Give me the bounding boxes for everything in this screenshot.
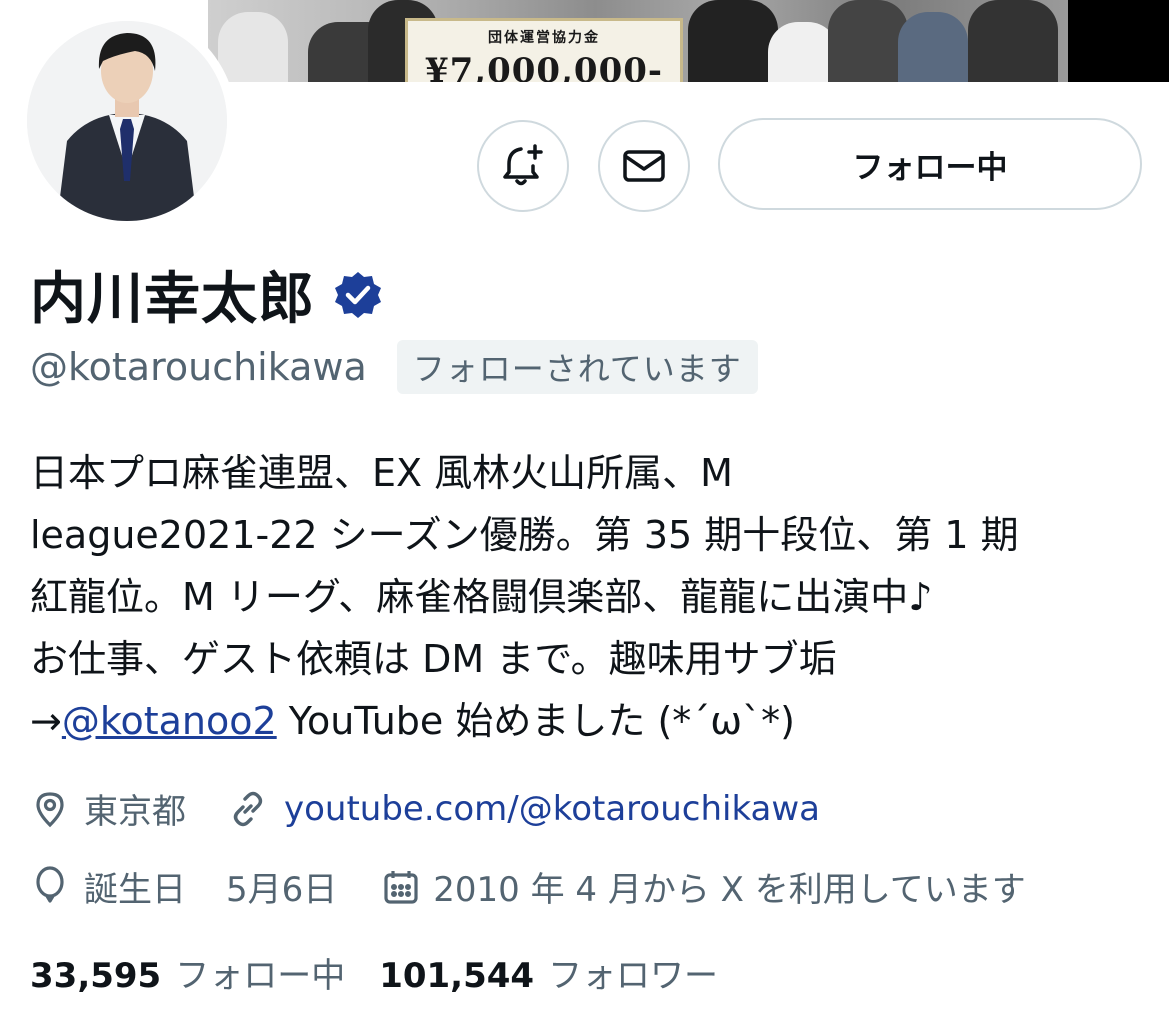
followers-stat[interactable]: 101,544 フォロワー bbox=[379, 948, 718, 997]
following-label: フォロー中 bbox=[175, 956, 346, 996]
avatar-photo bbox=[27, 21, 227, 221]
birthday-value: 5月6日 bbox=[226, 870, 338, 910]
bio-line: league2021-22 シーズン優勝。第 35 期十段位、第 1 期 bbox=[30, 513, 1019, 557]
link-icon bbox=[233, 791, 263, 826]
followers-label: フォロワー bbox=[548, 956, 719, 996]
follow-stats: 33,595 フォロー中 101,544 フォロワー bbox=[30, 948, 718, 997]
bio-arrow: → bbox=[30, 699, 62, 743]
name-row: 内川幸太郎 bbox=[30, 254, 383, 335]
bio-line: お仕事、ゲスト依頼は DM まで。趣味用サブ垢 bbox=[30, 637, 837, 681]
bell-plus-icon bbox=[503, 144, 543, 186]
joined-text: 2010 年 4 月から X を利用しています bbox=[433, 870, 1026, 910]
bio-line: 紅龍位。M リーグ、麻雀格闘倶楽部、龍龍に出演中♪ bbox=[30, 575, 933, 619]
calendar-icon bbox=[384, 870, 418, 904]
verified-badge-icon[interactable] bbox=[333, 270, 383, 320]
banner-sign-title: 団体運営協力金 bbox=[488, 30, 600, 46]
banner-sign-amount: ¥7,000,000- bbox=[424, 51, 664, 82]
handle-row: @kotarouchikawa フォローされています bbox=[30, 340, 758, 394]
bio-line: →@kotanoo2 YouTube 始めました (*´ω`*) bbox=[30, 690, 1155, 752]
balloon-icon bbox=[36, 865, 64, 903]
bio-tail: YouTube 始めました (*´ω`*) bbox=[276, 699, 795, 743]
bio: 日本プロ麻雀連盟、EX 風林火山所属、M league2021-22 シーズン優… bbox=[30, 442, 1155, 752]
website-link[interactable]: youtube.com/@kotarouchikawa bbox=[284, 789, 820, 829]
avatar[interactable] bbox=[18, 12, 236, 230]
location-pin-icon bbox=[36, 791, 64, 827]
birthday-joined-row: 誕生日 5月6日 2010 年 4 月から X を利用しています bbox=[30, 862, 1026, 911]
display-name: 内川幸太郎 bbox=[30, 267, 315, 332]
following-stat[interactable]: 33,595 フォロー中 bbox=[30, 948, 345, 997]
followers-count: 101,544 bbox=[379, 956, 535, 996]
envelope-icon bbox=[623, 150, 665, 182]
bio-mention-link[interactable]: @kotanoo2 bbox=[62, 699, 277, 743]
banner-sign: 団体運営協力金 ¥7,000,000- bbox=[405, 18, 683, 82]
follows-you-badge: フォローされています bbox=[396, 340, 758, 394]
location-text: 東京都 bbox=[84, 792, 186, 832]
following-count: 33,595 bbox=[30, 956, 162, 996]
message-button[interactable] bbox=[598, 120, 690, 212]
handle: @kotarouchikawa bbox=[30, 345, 367, 389]
bio-line: 日本プロ麻雀連盟、EX 風林火山所属、M bbox=[30, 451, 733, 495]
notify-button[interactable] bbox=[477, 120, 569, 212]
location-website-row: 東京都 youtube.com/@kotarouchikawa bbox=[30, 784, 820, 833]
following-button[interactable]: フォロー中 bbox=[718, 118, 1142, 210]
birthday-label: 誕生日 bbox=[84, 870, 186, 910]
banner-dark-edge bbox=[1068, 0, 1169, 82]
